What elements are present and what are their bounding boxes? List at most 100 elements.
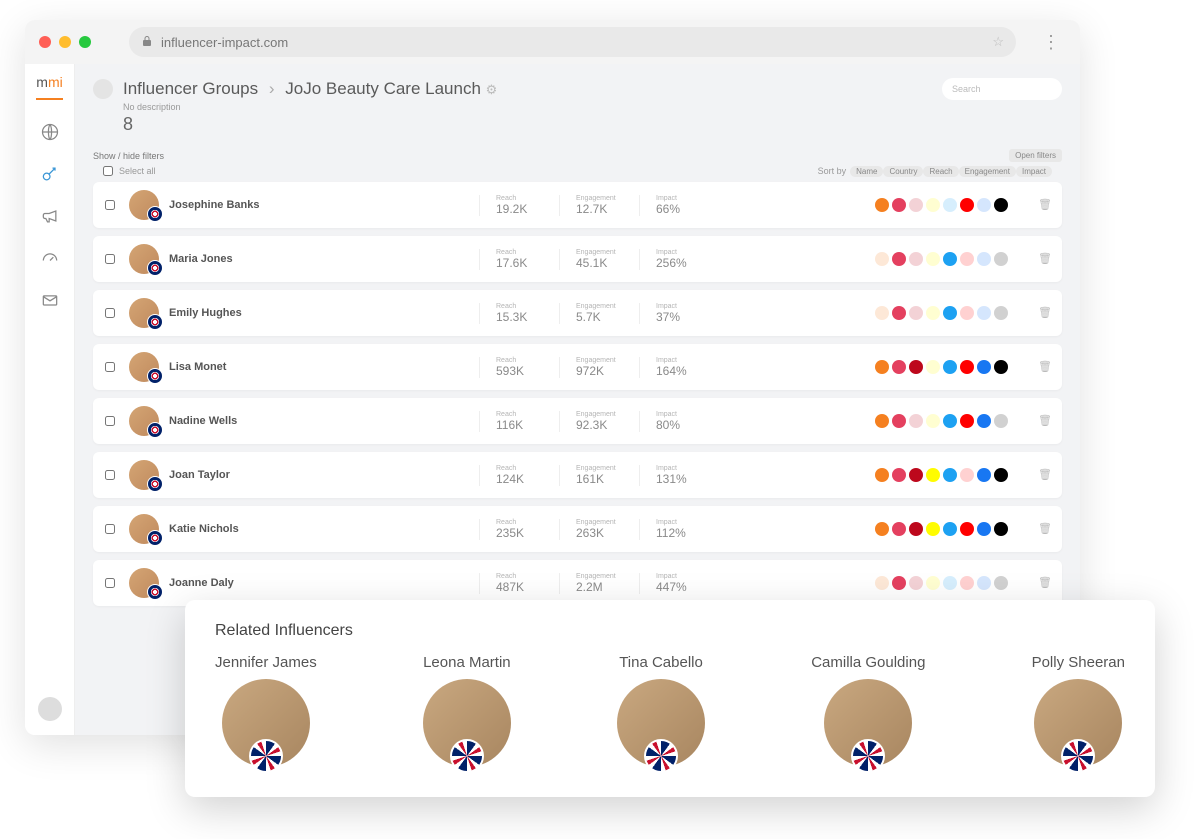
avatar[interactable] (129, 460, 159, 490)
tw-icon[interactable] (943, 522, 957, 536)
table-row[interactable]: Katie Nichols Reach235K Engagement263K I… (93, 506, 1062, 552)
tik-icon[interactable] (994, 468, 1008, 482)
insta-icon[interactable] (892, 576, 906, 590)
tw-icon[interactable] (943, 198, 957, 212)
tik-icon[interactable] (994, 306, 1008, 320)
snap-icon[interactable] (926, 360, 940, 374)
tik-icon[interactable] (994, 522, 1008, 536)
bullhorn-icon[interactable] (40, 206, 60, 226)
related-influencer[interactable]: Jennifer James (215, 654, 317, 767)
pin-icon[interactable] (909, 414, 923, 428)
table-row[interactable]: Maria Jones Reach17.6K Engagement45.1K I… (93, 236, 1062, 282)
tik-icon[interactable] (994, 414, 1008, 428)
yt-icon[interactable] (960, 198, 974, 212)
back-button[interactable] (93, 79, 113, 99)
delete-icon[interactable]: 🗑 (1038, 414, 1050, 428)
tik-icon[interactable] (994, 198, 1008, 212)
tw-icon[interactable] (943, 576, 957, 590)
yt-icon[interactable] (960, 306, 974, 320)
minimize-window-icon[interactable] (59, 36, 71, 48)
row-checkbox[interactable] (105, 362, 115, 372)
gauge-icon[interactable] (40, 248, 60, 268)
insta-icon[interactable] (892, 414, 906, 428)
avatar[interactable] (129, 244, 159, 274)
delete-icon[interactable]: 🗑 (1038, 468, 1050, 482)
envelope-icon[interactable] (40, 290, 60, 310)
table-row[interactable]: Josephine Banks Reach19.2K Engagement12.… (93, 182, 1062, 228)
related-influencer[interactable]: Camilla Goulding (811, 654, 925, 767)
close-window-icon[interactable] (39, 36, 51, 48)
yt-icon[interactable] (960, 414, 974, 428)
related-influencer[interactable]: Polly Sheeran (1032, 654, 1125, 767)
yt-icon[interactable] (960, 576, 974, 590)
blog-icon[interactable] (875, 522, 889, 536)
tik-icon[interactable] (994, 360, 1008, 374)
snap-icon[interactable] (926, 306, 940, 320)
delete-icon[interactable]: 🗑 (1038, 522, 1050, 536)
snap-icon[interactable] (926, 414, 940, 428)
avatar[interactable] (129, 190, 159, 220)
maximize-window-icon[interactable] (79, 36, 91, 48)
row-checkbox[interactable] (105, 524, 115, 534)
breadcrumb-root[interactable]: Influencer Groups (123, 79, 258, 98)
pin-icon[interactable] (909, 468, 923, 482)
insta-icon[interactable] (892, 468, 906, 482)
snap-icon[interactable] (926, 522, 940, 536)
snap-icon[interactable] (926, 468, 940, 482)
insta-icon[interactable] (892, 198, 906, 212)
yt-icon[interactable] (960, 252, 974, 266)
fb-icon[interactable] (977, 198, 991, 212)
pin-icon[interactable] (909, 306, 923, 320)
blog-icon[interactable] (875, 468, 889, 482)
delete-icon[interactable]: 🗑 (1038, 576, 1050, 590)
blog-icon[interactable] (875, 576, 889, 590)
tik-icon[interactable] (994, 576, 1008, 590)
fb-icon[interactable] (977, 252, 991, 266)
sort-chip-engagement[interactable]: Engagement (959, 166, 1016, 177)
sort-chip-impact[interactable]: Impact (1016, 166, 1052, 177)
blog-icon[interactable] (875, 252, 889, 266)
sort-chip-country[interactable]: Country (883, 166, 923, 177)
related-influencer[interactable]: Tina Cabello (617, 654, 705, 767)
related-influencer[interactable]: Leona Martin (423, 654, 511, 767)
blog-icon[interactable] (875, 198, 889, 212)
browser-menu-icon[interactable]: ⋮ (1036, 32, 1066, 53)
table-row[interactable]: Emily Hughes Reach15.3K Engagement5.7K I… (93, 290, 1062, 336)
avatar[interactable] (129, 406, 159, 436)
insta-icon[interactable] (892, 306, 906, 320)
pin-icon[interactable] (909, 198, 923, 212)
row-checkbox[interactable] (105, 308, 115, 318)
row-checkbox[interactable] (105, 200, 115, 210)
tw-icon[interactable] (943, 414, 957, 428)
tw-icon[interactable] (943, 252, 957, 266)
insta-icon[interactable] (892, 252, 906, 266)
table-row[interactable]: Lisa Monet Reach593K Engagement972K Impa… (93, 344, 1062, 390)
pin-icon[interactable] (909, 522, 923, 536)
fb-icon[interactable] (977, 306, 991, 320)
yt-icon[interactable] (960, 360, 974, 374)
bookmark-star-icon[interactable]: ☆ (992, 34, 1004, 50)
delete-icon[interactable]: 🗑 (1038, 360, 1050, 374)
user-avatar-icon[interactable] (38, 697, 62, 721)
row-checkbox[interactable] (105, 470, 115, 480)
pin-icon[interactable] (909, 252, 923, 266)
fb-icon[interactable] (977, 360, 991, 374)
fb-icon[interactable] (977, 468, 991, 482)
tw-icon[interactable] (943, 468, 957, 482)
pin-icon[interactable] (909, 576, 923, 590)
avatar[interactable] (129, 352, 159, 382)
snap-icon[interactable] (926, 198, 940, 212)
pin-icon[interactable] (909, 360, 923, 374)
sort-chip-reach[interactable]: Reach (923, 166, 958, 177)
search-input[interactable]: Search (942, 78, 1062, 100)
select-all-checkbox[interactable] (103, 166, 113, 176)
delete-icon[interactable]: 🗑 (1038, 306, 1050, 320)
table-row[interactable]: Nadine Wells Reach116K Engagement92.3K I… (93, 398, 1062, 444)
delete-icon[interactable]: 🗑 (1038, 198, 1050, 212)
snap-icon[interactable] (926, 576, 940, 590)
blog-icon[interactable] (875, 360, 889, 374)
gear-icon[interactable]: ⚙ (486, 82, 498, 97)
avatar[interactable] (129, 514, 159, 544)
delete-icon[interactable]: 🗑 (1038, 252, 1050, 266)
blog-icon[interactable] (875, 414, 889, 428)
